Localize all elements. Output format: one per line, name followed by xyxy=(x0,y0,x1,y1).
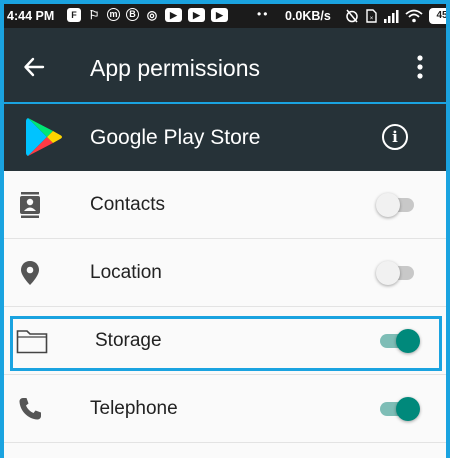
toggle-thumb xyxy=(396,397,420,421)
info-icon: i xyxy=(392,128,398,146)
youtube-icon: ▶ xyxy=(211,8,228,22)
toggle-thumb xyxy=(376,261,400,285)
youtube-icon: ▶ xyxy=(165,8,182,22)
more-vert-icon xyxy=(417,55,423,79)
storage-toggle[interactable] xyxy=(376,329,420,353)
permission-row-location[interactable]: Location xyxy=(4,239,446,307)
network-speed: 0.0KB/s xyxy=(285,9,331,23)
folder-icon xyxy=(16,330,48,354)
permission-label: Storage xyxy=(95,330,162,351)
battery-icon: 45 xyxy=(429,8,446,24)
instagram-icon: ◎ xyxy=(146,8,158,22)
permission-row-telephone[interactable]: Telephone xyxy=(4,375,446,443)
signal-icon xyxy=(384,10,399,23)
app-header: Google Play Store i xyxy=(4,104,446,171)
location-icon xyxy=(21,261,39,285)
youtube-icon: ▶ xyxy=(188,8,205,22)
messenger-icon: m xyxy=(107,8,120,21)
page-title: App permissions xyxy=(90,55,261,81)
toggle-thumb xyxy=(396,329,420,353)
facebook-icon: F xyxy=(67,8,81,22)
screen: 4:44 PM F ⚐ m B ◎ ▶ ▶ ▶ •• 0.0KB/s × 45 … xyxy=(4,4,446,458)
permission-row-contacts[interactable]: Contacts xyxy=(4,171,446,239)
wifi-icon xyxy=(405,9,423,23)
arrow-back-icon xyxy=(24,57,45,77)
svg-text:×: × xyxy=(370,16,374,22)
permission-label: Telephone xyxy=(90,398,178,419)
status-time: 4:44 PM xyxy=(7,9,55,23)
b-app-icon: B xyxy=(126,8,139,21)
more-notifications-icon: •• xyxy=(257,7,270,21)
app-name: Google Play Store xyxy=(90,126,261,149)
system-icons: × 45 xyxy=(345,8,446,24)
status-bar: 4:44 PM F ⚐ m B ◎ ▶ ▶ ▶ •• 0.0KB/s × 45 xyxy=(4,4,446,28)
contacts-icon xyxy=(20,192,40,218)
user-icon: ⚐ xyxy=(88,8,100,22)
alarm-off-icon xyxy=(346,9,358,23)
info-button[interactable]: i xyxy=(382,124,408,150)
permission-row-storage[interactable]: Storage xyxy=(4,307,446,375)
toggle-thumb xyxy=(376,193,400,217)
more-options-button[interactable] xyxy=(408,54,432,80)
telephone-toggle[interactable] xyxy=(376,397,420,421)
back-button[interactable] xyxy=(22,55,46,79)
permissions-list: Contacts Location Storage Telephone xyxy=(4,171,446,458)
sim-icon: × xyxy=(366,9,377,23)
app-bar: App permissions xyxy=(4,28,446,102)
google-play-logo xyxy=(26,118,62,156)
notification-icons: F ⚐ m B ◎ ▶ ▶ ▶ xyxy=(67,8,228,22)
permission-label: Location xyxy=(90,262,162,283)
permission-label: Contacts xyxy=(90,194,165,215)
phone-icon xyxy=(19,398,41,420)
contacts-toggle[interactable] xyxy=(376,193,420,217)
location-toggle[interactable] xyxy=(376,261,420,285)
